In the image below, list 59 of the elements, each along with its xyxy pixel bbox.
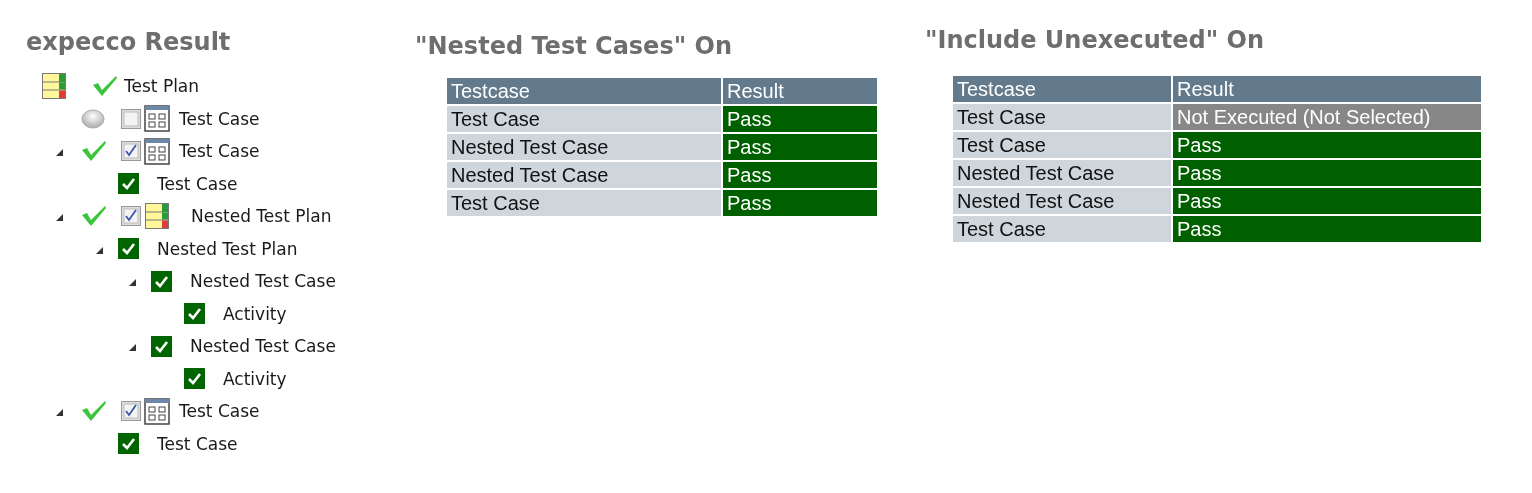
passed-result-icon bbox=[151, 335, 172, 357]
expand-triangle-icon[interactable] bbox=[55, 213, 64, 223]
result-cell: Pass bbox=[1173, 132, 1481, 158]
tree-item-label[interactable]: Nested Test Case bbox=[190, 336, 336, 357]
expand-triangle-icon[interactable] bbox=[55, 408, 64, 418]
expand-triangle-icon[interactable] bbox=[128, 278, 137, 288]
test-plan-icon bbox=[42, 73, 66, 100]
tree-item-label[interactable]: Nested Test Plan bbox=[157, 238, 298, 259]
checkbox[interactable] bbox=[121, 401, 141, 422]
passed-result-icon bbox=[118, 238, 139, 260]
tree-item-label[interactable]: Nested Test Case bbox=[190, 271, 336, 292]
result-cell: Pass bbox=[1173, 188, 1481, 214]
passed-result-icon bbox=[184, 368, 205, 390]
column-header: Testcase bbox=[447, 78, 721, 104]
test-case-icon bbox=[144, 397, 170, 425]
table-cell: Test Case bbox=[953, 132, 1171, 158]
result-cell: Pass bbox=[1173, 216, 1481, 242]
tree-item-label[interactable]: Test Plan bbox=[124, 76, 200, 97]
table-cell: Test Case bbox=[447, 190, 721, 216]
column-header: Result bbox=[1173, 76, 1481, 102]
passed-result-icon bbox=[151, 270, 172, 292]
checkbox[interactable] bbox=[121, 206, 141, 227]
result-cell: Pass bbox=[723, 134, 877, 160]
result-cell: Pass bbox=[723, 106, 877, 132]
result-cell: Not Executed (Not Selected) bbox=[1173, 104, 1481, 130]
expand-triangle-icon[interactable] bbox=[55, 148, 64, 158]
tree-item-label[interactable]: Test Case bbox=[179, 141, 260, 162]
checkbox[interactable] bbox=[121, 108, 141, 129]
expand-triangle-icon[interactable] bbox=[128, 343, 137, 353]
table-cell: Test Case bbox=[447, 106, 721, 132]
table-cell: Test Case bbox=[953, 104, 1171, 130]
table-cell: Test Case bbox=[953, 216, 1171, 242]
tree-item-label[interactable]: Test Case bbox=[179, 401, 260, 422]
table-cell: Nested Test Case bbox=[447, 134, 721, 160]
result-cell: Pass bbox=[1173, 160, 1481, 186]
tree-item-label[interactable]: Test Case bbox=[157, 173, 238, 194]
passed-result-icon bbox=[118, 433, 139, 455]
column-header: Testcase bbox=[953, 76, 1171, 102]
result-cell: Pass bbox=[723, 190, 877, 216]
expand-triangle-icon[interactable] bbox=[95, 245, 104, 255]
table-cell: Nested Test Case bbox=[953, 160, 1171, 186]
passed-result-icon bbox=[118, 173, 139, 195]
table-title: "Nested Test Cases" On bbox=[415, 32, 732, 60]
tree-item-label[interactable]: Nested Test Plan bbox=[191, 206, 332, 227]
column-header: Result bbox=[723, 78, 877, 104]
table-cell: Nested Test Case bbox=[953, 188, 1171, 214]
test-plan-icon bbox=[145, 203, 169, 230]
tree-item-label[interactable]: Test Case bbox=[157, 433, 238, 454]
test-case-icon bbox=[144, 137, 170, 165]
test-case-icon bbox=[144, 105, 170, 133]
tree-item-label[interactable]: Activity bbox=[223, 368, 287, 389]
result-cell: Pass bbox=[723, 162, 877, 188]
tree-item-label[interactable]: Test Case bbox=[179, 108, 260, 129]
table-cell: Nested Test Case bbox=[447, 162, 721, 188]
panel-title: expecco Result bbox=[26, 28, 231, 56]
passed-result-icon bbox=[184, 303, 205, 325]
tree-item-label[interactable]: Activity bbox=[223, 303, 287, 324]
checkbox[interactable] bbox=[121, 141, 141, 162]
table-title: "Include Unexecuted" On bbox=[925, 26, 1265, 54]
